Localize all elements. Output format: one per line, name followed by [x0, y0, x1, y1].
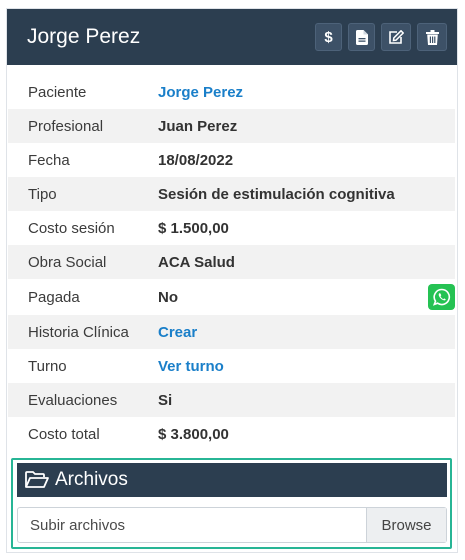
paciente-link[interactable]: Jorge Perez	[158, 84, 243, 101]
archivos-title: Archivos	[55, 469, 128, 490]
header-actions: $	[315, 23, 447, 51]
label-pagada: Pagada	[28, 288, 80, 306]
details-table: Paciente Jorge Perez Profesional Juan Pe…	[8, 75, 455, 451]
row-costo-total: Costo total $ 3.800,00	[8, 417, 455, 451]
row-obra-social: Obra Social ACA Salud	[8, 245, 455, 279]
delete-button[interactable]	[417, 23, 447, 51]
document-button[interactable]	[348, 23, 375, 51]
dollar-icon: $	[324, 28, 333, 46]
archivos-section: Archivos Subir archivos Browse	[11, 458, 452, 549]
value-evaluaciones: Si	[158, 391, 173, 409]
crear-historia-link[interactable]: Crear	[158, 324, 197, 341]
row-historia: Historia Clínica Crear	[8, 315, 455, 349]
whatsapp-button[interactable]	[428, 284, 455, 310]
archivos-header: Archivos	[17, 463, 447, 497]
value-pagada: No	[158, 288, 178, 306]
value-obra-social: ACA Salud	[158, 253, 235, 271]
value-tipo: Sesión de estimulación cognitiva	[158, 185, 395, 203]
row-paciente: Paciente Jorge Perez	[8, 75, 455, 109]
value-costo-total: $ 3.800,00	[158, 425, 229, 443]
label-paciente: Paciente	[28, 83, 87, 101]
label-costo-total: Costo total	[28, 425, 100, 443]
row-costo-sesion: Costo sesión $ 1.500,00	[8, 211, 455, 245]
label-fecha: Fecha	[28, 151, 70, 169]
file-upload-input[interactable]: Subir archivos Browse	[17, 507, 447, 543]
edit-icon	[389, 29, 404, 44]
row-tipo: Tipo Sesión de estimulación cognitiva	[8, 177, 455, 211]
row-evaluaciones: Evaluaciones Si	[8, 383, 455, 417]
value-costo-sesion: $ 1.500,00	[158, 219, 229, 237]
label-historia: Historia Clínica	[28, 323, 129, 341]
label-evaluaciones: Evaluaciones	[28, 391, 118, 409]
upload-placeholder: Subir archivos	[30, 516, 126, 534]
label-obra-social: Obra Social	[28, 253, 107, 271]
card-header: Jorge Perez $	[7, 9, 457, 65]
value-profesional: Juan Perez	[158, 117, 238, 135]
row-turno: Turno Ver turno	[8, 349, 455, 383]
trash-icon	[425, 29, 439, 45]
ver-turno-link[interactable]: Ver turno	[158, 358, 224, 375]
folder-open-icon	[25, 471, 49, 488]
label-tipo: Tipo	[28, 185, 57, 203]
whatsapp-icon	[432, 288, 450, 306]
label-profesional: Profesional	[28, 117, 104, 135]
row-pagada: Pagada No	[8, 279, 455, 315]
value-fecha: 18/08/2022	[158, 151, 234, 169]
payment-button[interactable]: $	[315, 23, 342, 51]
session-card: Jorge Perez $ Paciente Jorge Perez Profe…	[6, 8, 458, 553]
browse-button[interactable]: Browse	[366, 508, 446, 542]
edit-button[interactable]	[381, 23, 411, 51]
row-fecha: Fecha 18/08/2022	[8, 143, 455, 177]
label-turno: Turno	[28, 357, 67, 375]
patient-title: Jorge Perez	[27, 25, 141, 48]
row-profesional: Profesional Juan Perez	[8, 109, 455, 143]
document-icon	[355, 29, 368, 45]
label-costo-sesion: Costo sesión	[28, 219, 115, 237]
